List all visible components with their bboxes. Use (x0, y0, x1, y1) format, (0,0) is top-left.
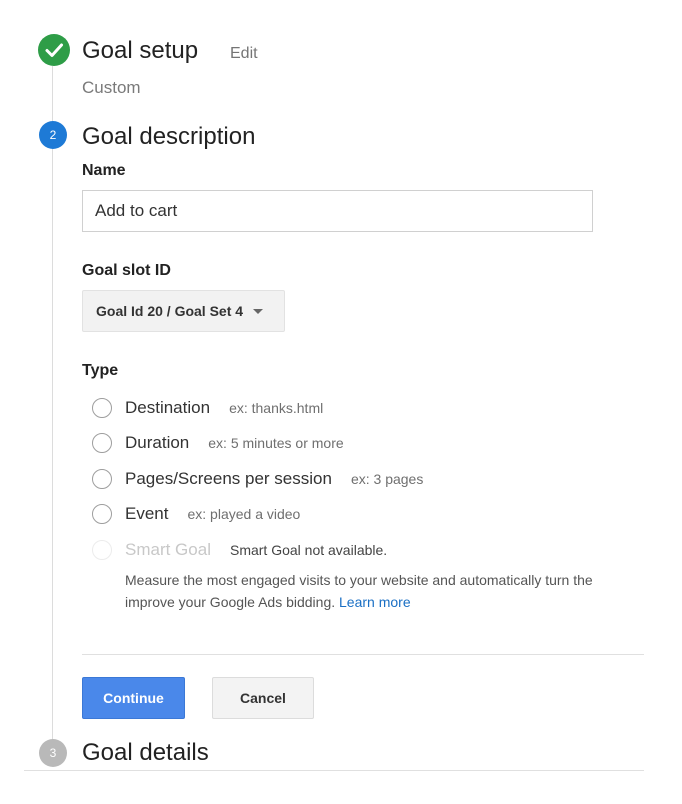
type-option-pages-screens[interactable]: Pages/Screens per session ex: 3 pages (92, 467, 423, 491)
cancel-button[interactable]: Cancel (212, 677, 314, 719)
type-option-label: Destination (125, 398, 211, 417)
learn-more-link[interactable]: Learn more (339, 594, 411, 610)
type-option-event[interactable]: Event ex: played a video (92, 502, 300, 526)
type-option-smart-goal: Smart Goal Smart Goal not available. (92, 538, 387, 562)
name-label: Name (82, 162, 126, 179)
goal-slot-dropdown[interactable]: Goal Id 20 / Goal Set 4 (82, 290, 285, 332)
type-option-example: ex: 3 pages (350, 471, 424, 487)
type-option-example: ex: 5 minutes or more (208, 435, 344, 451)
type-option-label: Duration (125, 433, 190, 452)
divider (82, 654, 644, 655)
goal-setup-summary: Custom (82, 78, 141, 97)
step-goal-setup-title: Goal setup (82, 37, 199, 64)
type-option-label: Event (125, 504, 169, 523)
goal-slot-label: Goal slot ID (82, 262, 171, 279)
radio-button[interactable] (92, 398, 112, 418)
divider (24, 770, 644, 771)
step-goal-details-title[interactable]: Goal details (82, 739, 209, 767)
type-option-example: ex: thanks.html (229, 400, 324, 416)
radio-button[interactable] (92, 469, 112, 489)
radio-button-disabled (92, 540, 112, 560)
smart-goal-unavailable-note: Smart Goal not available. (229, 542, 388, 558)
type-option-label: Smart Goal (125, 540, 211, 559)
step-number-badge: 2 (39, 121, 67, 149)
step-goal-description-title: Goal description (82, 123, 256, 150)
goal-slot-selected-value: Goal Id 20 / Goal Set 4 (96, 303, 244, 319)
stepper-line (52, 66, 53, 746)
smart-goal-description: Measure the most engaged visits to your … (125, 572, 593, 610)
radio-button[interactable] (92, 433, 112, 453)
type-option-duration[interactable]: Duration ex: 5 minutes or more (92, 431, 344, 455)
continue-button[interactable]: Continue (82, 677, 185, 719)
goal-name-input[interactable] (82, 190, 593, 232)
type-label: Type (82, 362, 119, 379)
type-option-destination[interactable]: Destination ex: thanks.html (92, 396, 323, 420)
radio-button[interactable] (92, 504, 112, 524)
chevron-down-icon (253, 308, 264, 314)
step-number-badge: 3 (39, 739, 67, 767)
type-option-label: Pages/Screens per session (125, 469, 332, 488)
edit-goal-setup-link[interactable]: Edit (230, 45, 258, 63)
type-option-example: ex: played a video (187, 506, 301, 522)
completed-check-icon (38, 34, 70, 66)
